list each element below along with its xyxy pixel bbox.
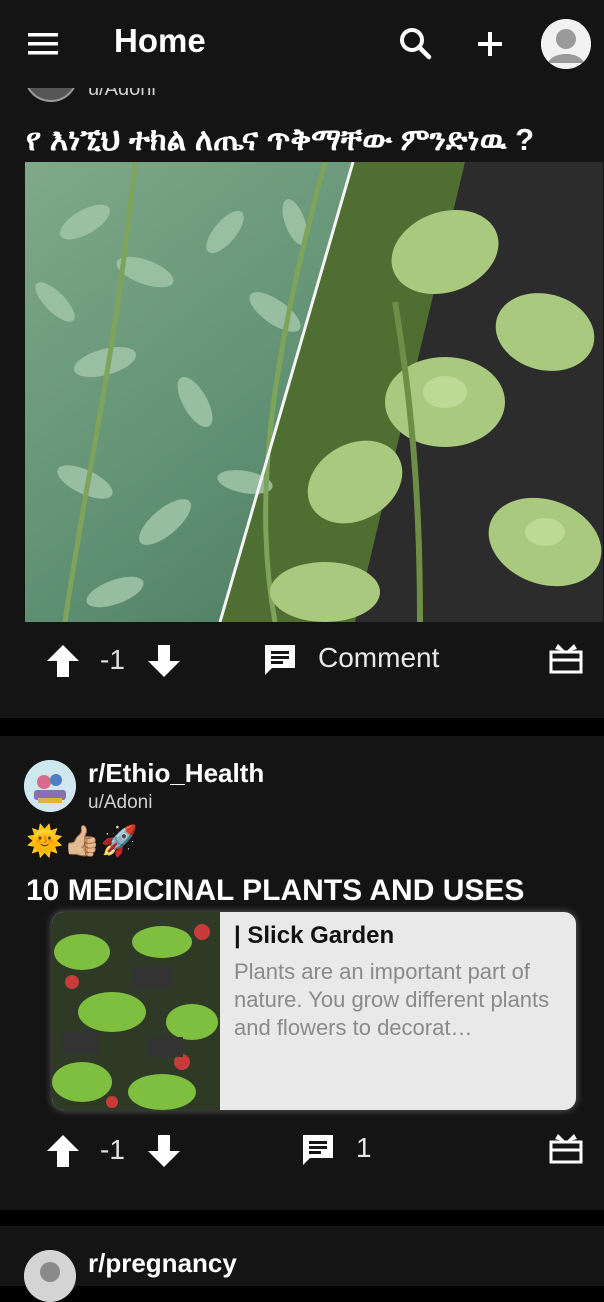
app-header: Home xyxy=(0,0,604,88)
post-emojis: 🌞👍🏼🚀 xyxy=(26,825,139,858)
page-title: Home xyxy=(114,22,206,59)
post-username[interactable]: u/Adoni xyxy=(88,792,152,814)
comment-count: 1 xyxy=(356,1132,372,1163)
profile-avatar[interactable] xyxy=(541,19,591,69)
award-icon[interactable] xyxy=(548,1130,584,1166)
vote-score: -1 xyxy=(100,644,125,675)
link-thumbnail xyxy=(52,912,220,1110)
post-card[interactable]: u/Adoni የ እነኚህ ተክል ለጤና ጥቅማቸው ምንድነዉ ? -1 … xyxy=(0,0,604,718)
vote-score: -1 xyxy=(100,1134,125,1165)
post-title[interactable]: 10 MEDICINAL PLANTS AND USES xyxy=(26,874,524,908)
downvote-icon[interactable] xyxy=(145,1132,183,1170)
subreddit-name[interactable]: r/pregnancy xyxy=(88,1248,237,1279)
post-title[interactable]: የ እነኚህ ተክል ለጤና ጥቅማቸው ምንድነዉ ? xyxy=(26,122,534,159)
comment-icon xyxy=(300,1132,336,1168)
add-post-icon[interactable] xyxy=(468,22,512,66)
comment-label: Comment xyxy=(318,642,440,673)
comment-icon xyxy=(262,642,298,678)
subreddit-avatar[interactable] xyxy=(24,1250,76,1302)
award-icon[interactable] xyxy=(548,640,584,676)
post-card[interactable]: r/pregnancy xyxy=(0,1226,604,1302)
subreddit-name[interactable]: r/Ethio_Health xyxy=(88,758,264,789)
post-actions: -1 Comment xyxy=(0,630,604,690)
post-image[interactable] xyxy=(25,162,603,622)
link-preview-card[interactable]: | Slick Garden Plants are an important p… xyxy=(52,912,576,1110)
upvote-icon[interactable] xyxy=(44,1132,82,1170)
post-card[interactable]: r/Ethio_Health u/Adoni 🌞👍🏼🚀 10 MEDICINAL… xyxy=(0,736,604,1210)
link-site-name: | Slick Garden xyxy=(234,922,395,949)
upvote-icon[interactable] xyxy=(44,642,82,680)
downvote-icon[interactable] xyxy=(145,642,183,680)
subreddit-avatar[interactable] xyxy=(24,760,76,812)
menu-icon[interactable] xyxy=(22,24,68,64)
search-icon[interactable] xyxy=(394,22,438,66)
link-description: Plants are an important part of nature. … xyxy=(234,959,550,1040)
post-actions: -1 1 xyxy=(0,1120,604,1180)
